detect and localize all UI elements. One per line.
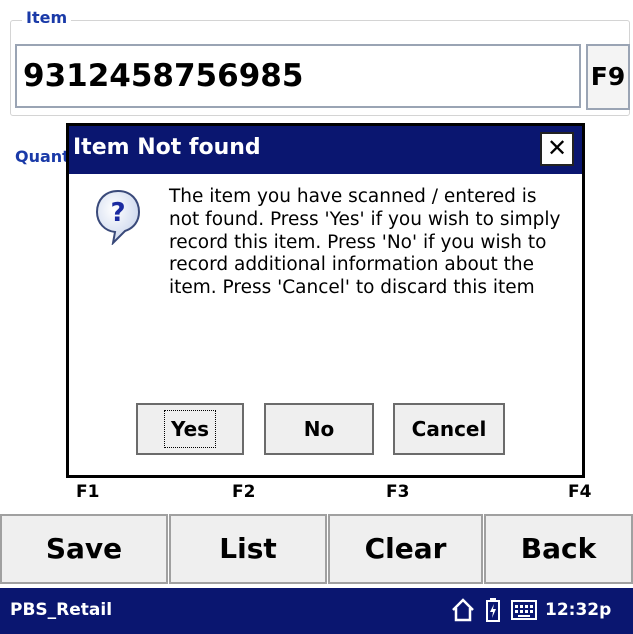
cancel-button-label: Cancel [411, 417, 487, 441]
fkey-label-f2: F2 [232, 482, 256, 502]
taskbar: PBS_Retail 12:32p [0, 588, 633, 634]
save-button[interactable]: Save [0, 514, 168, 584]
yes-button[interactable]: Yes [136, 403, 244, 455]
home-icon[interactable] [451, 598, 475, 622]
no-button[interactable]: No [264, 403, 374, 455]
clock: 12:32p [545, 600, 612, 620]
item-input[interactable]: 9312458756985 [15, 44, 581, 108]
yes-button-label: Yes [163, 410, 217, 448]
list-button[interactable]: List [169, 514, 327, 584]
item-not-found-dialog: Item Not found ✕ ? The item you have sca… [66, 123, 585, 478]
app-name[interactable]: PBS_Retail [10, 600, 112, 620]
svg-text:?: ? [110, 198, 125, 228]
dialog-message: The item you have scanned / entered is n… [169, 186, 561, 299]
f9-lookup-button[interactable]: F9 [586, 44, 630, 110]
back-button[interactable]: Back [484, 514, 633, 584]
clear-button[interactable]: Clear [328, 514, 483, 584]
keyboard-icon[interactable] [511, 600, 537, 620]
dialog-title: Item Not found [73, 135, 261, 160]
battery-icon[interactable] [486, 598, 500, 622]
question-icon: ? [95, 189, 141, 245]
fkey-label-f4: F4 [568, 482, 592, 502]
no-button-label: No [303, 417, 335, 441]
cancel-button[interactable]: Cancel [393, 403, 505, 455]
close-icon[interactable]: ✕ [540, 132, 574, 166]
fkey-label-f3: F3 [386, 482, 410, 502]
fkey-label-f1: F1 [76, 482, 100, 502]
item-label: Item [22, 8, 72, 27]
dialog-titlebar: Item Not found ✕ [69, 126, 582, 174]
